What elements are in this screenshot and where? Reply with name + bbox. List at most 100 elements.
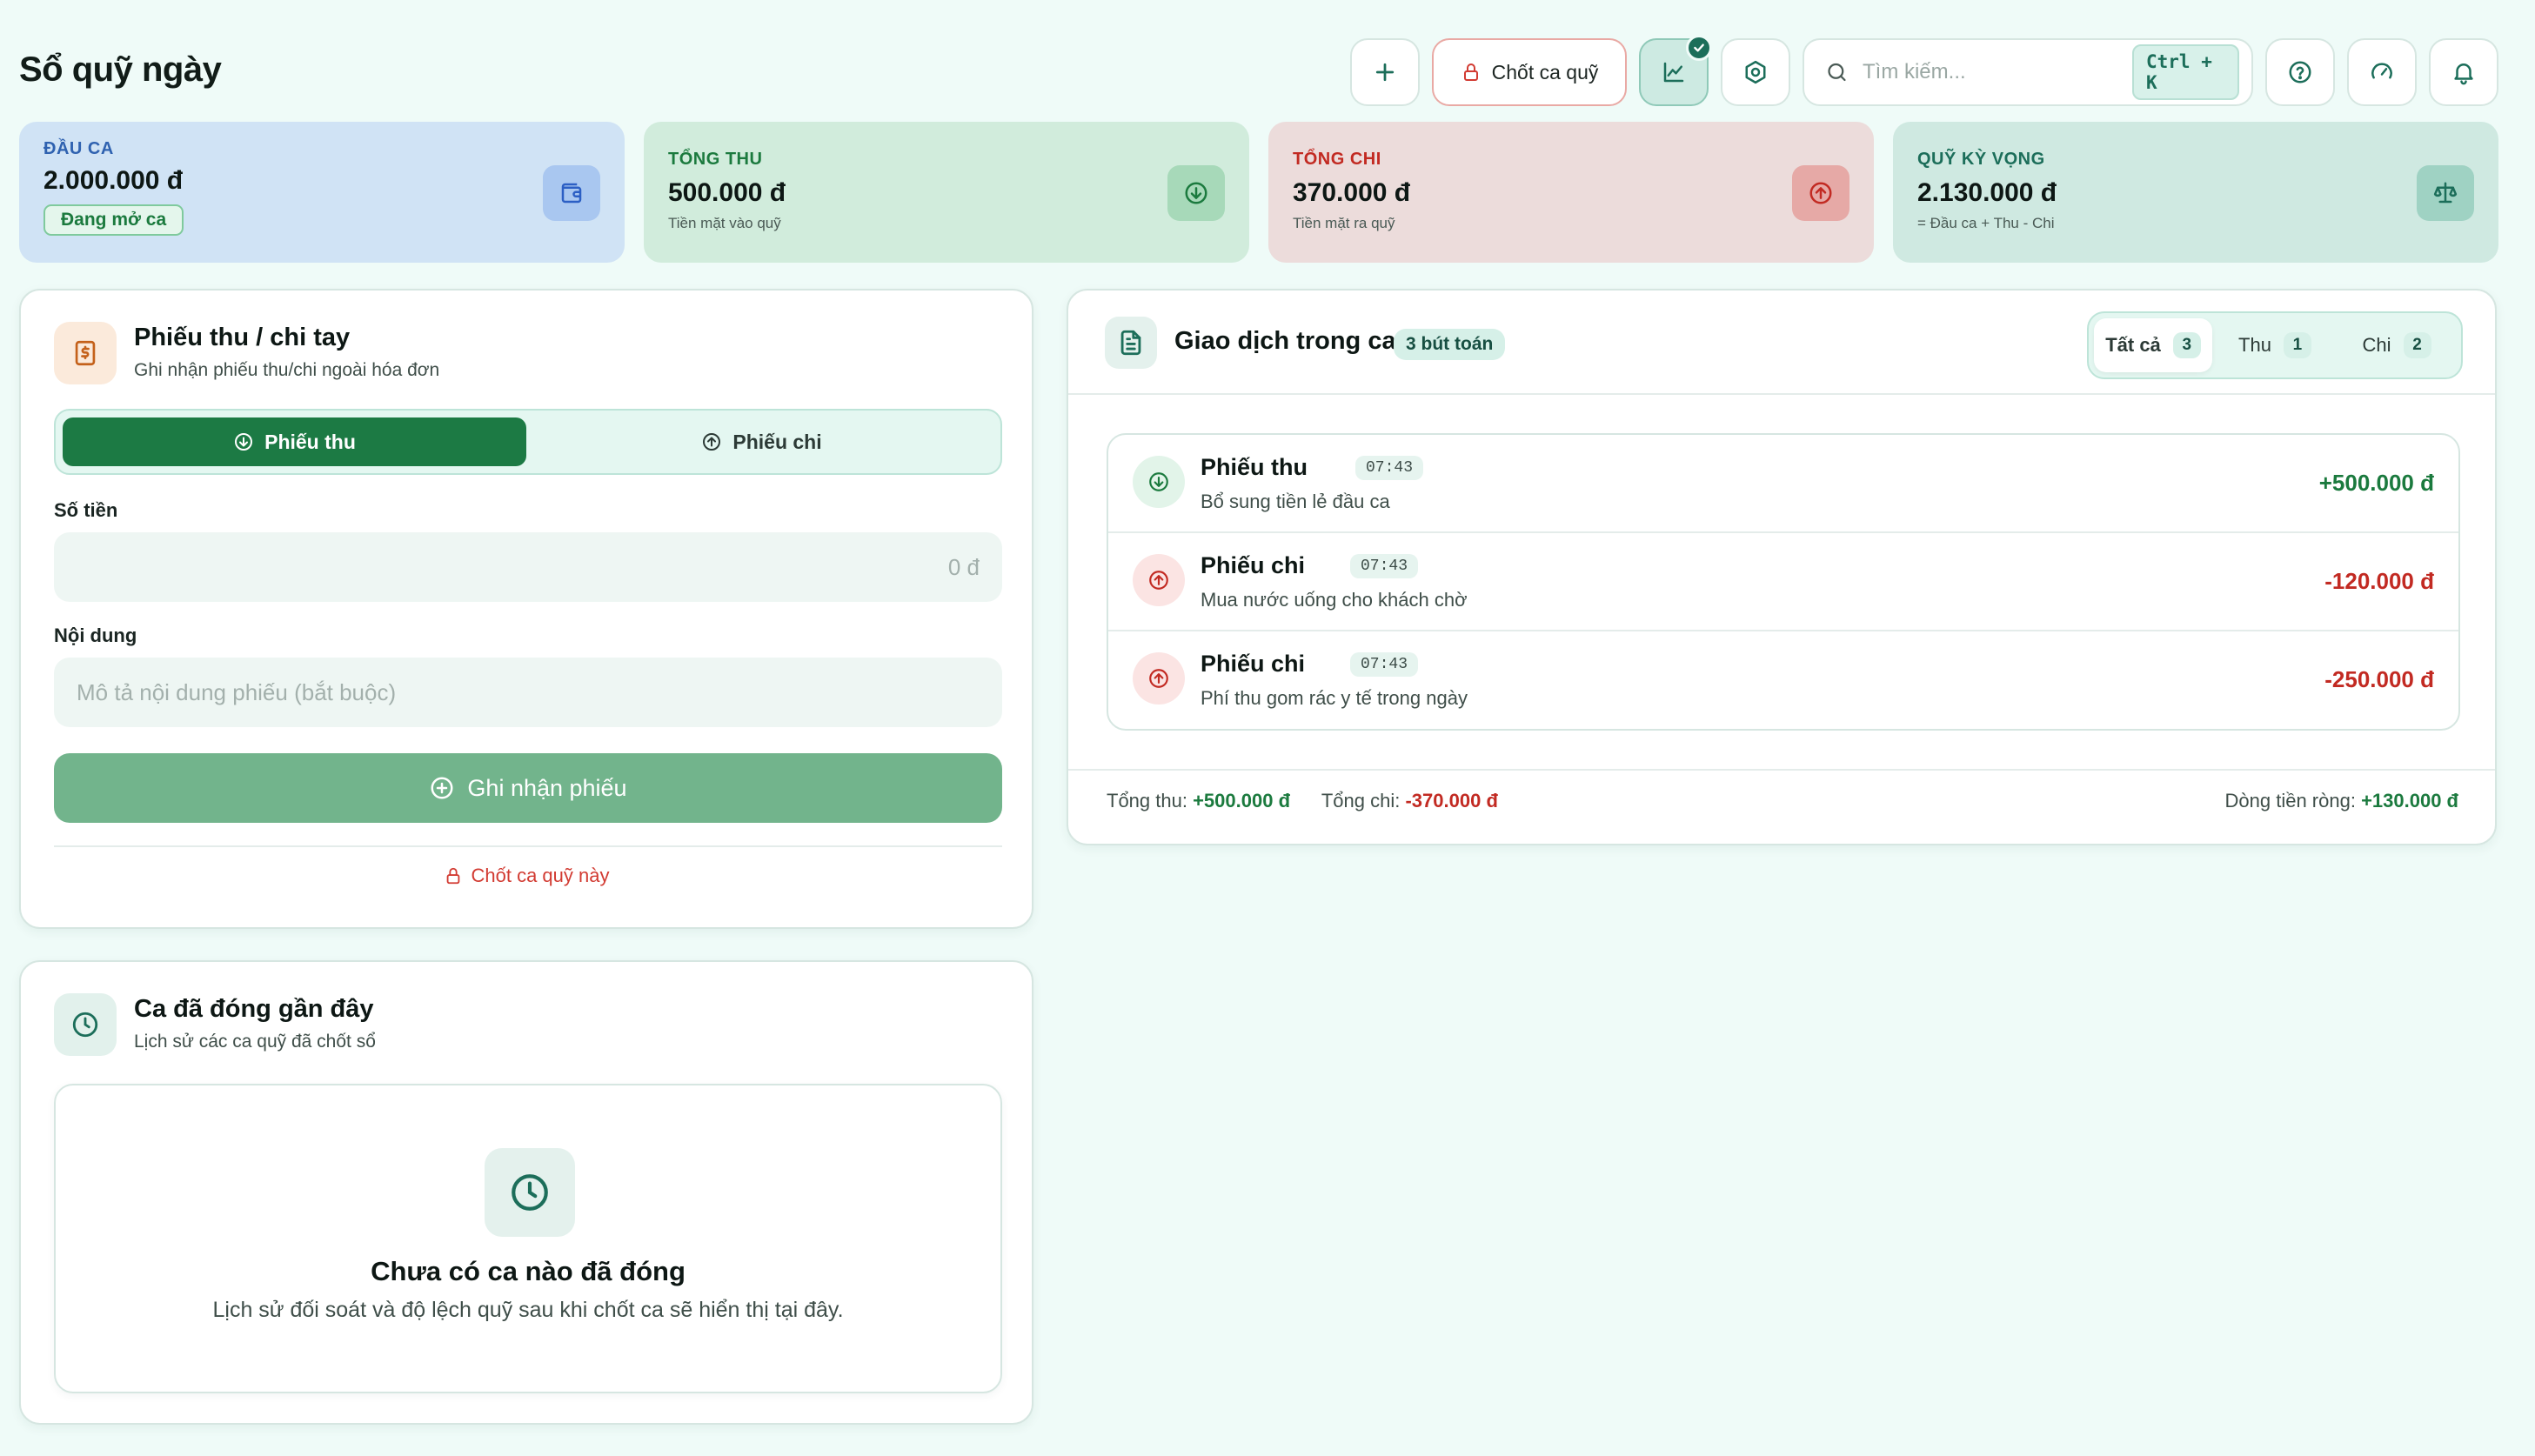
- voucher-icon-box: [54, 322, 117, 384]
- tab-label: Chi: [2362, 334, 2391, 356]
- transaction-description: Mua nước uống cho khách chờ: [1201, 589, 1468, 611]
- stat-label: Quỹ kỳ vọng: [1917, 150, 2045, 169]
- divider: [54, 845, 1002, 847]
- transactions-panel: Giao dịch trong ca 3 bút toán Tất cả 3 T…: [1067, 289, 2497, 845]
- arrow-up-circle-icon: [1149, 571, 1168, 590]
- help-button[interactable]: [2265, 38, 2335, 106]
- transaction-type: Phiếu chi: [1201, 552, 1306, 578]
- transaction-row[interactable]: Phiếu chi 07:43 Mua nước uống cho khách …: [1108, 533, 2458, 631]
- expense-total-value: -370.000 đ: [1405, 790, 1498, 811]
- shift-status-badge: Đang mở ca: [43, 204, 184, 236]
- empty-title: Chưa có ca nào đã đóng: [371, 1256, 686, 1286]
- empty-state: Chưa có ca nào đã đóng Lịch sử đối soát …: [54, 1084, 1002, 1393]
- voucher-form-panel: Phiếu thu / chi tay Ghi nhận phiếu thu/c…: [19, 289, 1033, 929]
- arrow-up-circle-icon: [1149, 669, 1168, 688]
- transaction-description: Phí thu gom rác y tế trong ngày: [1201, 687, 1468, 709]
- transaction-description: Bổ sung tiền lẻ đầu ca: [1201, 491, 1390, 512]
- document-icon: [1120, 330, 1141, 356]
- arrow-down-circle-icon: [1149, 472, 1168, 491]
- help-icon: [2289, 61, 2311, 83]
- stat-card-income: Tổng thu 500.000 đ Tiền mặt vào quỹ: [644, 122, 1249, 263]
- stat-sub: Tiền mặt ra quỹ: [1293, 215, 1395, 231]
- submit-label: Ghi nhận phiếu: [467, 774, 627, 801]
- transaction-filter-tabs: Tất cả 3 Thu 1 Chi 2: [2087, 311, 2463, 379]
- dashboard-button[interactable]: [2347, 38, 2417, 106]
- tab-income-voucher[interactable]: Phiếu thu: [63, 417, 526, 466]
- search-input[interactable]: [1862, 60, 2132, 84]
- stat-sub: Tiền mặt vào quỹ: [668, 215, 781, 231]
- clock-icon: [72, 1012, 98, 1038]
- close-shift-link-label: Chốt ca quỹ này: [471, 865, 610, 886]
- search-box[interactable]: Ctrl + K: [1803, 38, 2253, 106]
- tab-label: Phiếu chi: [732, 430, 822, 453]
- add-button[interactable]: [1350, 38, 1420, 106]
- transaction-list: Phiếu thu 07:43 Bổ sung tiền lẻ đầu ca +…: [1107, 433, 2460, 731]
- panel-title: Ca đã đóng gần đây: [134, 995, 374, 1023]
- wallet-icon: [561, 183, 582, 204]
- page-title: Sổ quỹ ngày: [19, 50, 222, 89]
- income-total-label: Tổng thu:: [1107, 790, 1187, 811]
- notifications-button[interactable]: [2429, 38, 2498, 106]
- lock-icon: [1463, 63, 1478, 81]
- content-input[interactable]: [54, 658, 1002, 727]
- settings-button[interactable]: [1721, 38, 1790, 106]
- tab-count: 2: [2403, 332, 2431, 358]
- submit-voucher-button[interactable]: Ghi nhận phiếu: [54, 753, 1002, 823]
- amount-input[interactable]: [54, 532, 1002, 602]
- stat-icon-box: [1167, 165, 1225, 221]
- content-label: Nội dung: [54, 624, 137, 646]
- tab-count: 3: [2172, 332, 2201, 358]
- search-icon: [1828, 63, 1846, 82]
- panel-title: Phiếu thu / chi tay: [134, 324, 351, 351]
- expense-total-label: Tổng chi:: [1321, 790, 1401, 811]
- stat-icon-box: [543, 165, 600, 221]
- close-shift-button[interactable]: Chốt ca quỹ: [1432, 38, 1627, 106]
- transaction-time: 07:43: [1350, 652, 1419, 677]
- stat-label: Đầu ca: [43, 139, 114, 158]
- footer-totals: Tổng thu: +500.000 đ Tổng chi: -370.000 …: [1107, 790, 1498, 812]
- divider: [1068, 393, 2495, 395]
- tab-label: Thu: [2238, 334, 2271, 356]
- check-icon: [1694, 43, 1704, 52]
- stat-label: Tổng thu: [668, 150, 763, 169]
- transaction-amount: -120.000 đ: [2324, 568, 2434, 594]
- closed-shifts-panel: Ca đã đóng gần đây Lịch sử các ca quỹ đã…: [19, 960, 1033, 1425]
- stat-value: 370.000 đ: [1293, 178, 1411, 207]
- amount-label: Số tiền: [54, 499, 118, 521]
- document-icon-box: [1105, 317, 1157, 369]
- tab-filter-all[interactable]: Tất cả 3: [2094, 318, 2212, 372]
- history-icon-box: [54, 993, 117, 1056]
- transaction-time: 07:43: [1350, 554, 1419, 578]
- income-total-value: +500.000 đ: [1193, 790, 1291, 811]
- transaction-time: 07:43: [1355, 456, 1424, 480]
- arrow-down-circle-icon: [235, 433, 253, 451]
- tab-expense-voucher[interactable]: Phiếu chi: [530, 417, 993, 466]
- close-shift-label: Chốt ca quỹ: [1491, 60, 1599, 83]
- tab-count: 1: [2283, 332, 2311, 358]
- scale-icon: [2433, 182, 2458, 204]
- panel-subtitle: Lịch sử các ca quỹ đã chốt sổ: [134, 1032, 376, 1052]
- close-shift-link[interactable]: Chốt ca quỹ này: [21, 865, 1032, 887]
- panel-title: Giao dịch trong ca: [1174, 327, 1396, 355]
- transaction-row[interactable]: Phiếu thu 07:43 Bổ sung tiền lẻ đầu ca +…: [1108, 435, 2458, 533]
- transaction-amount: -250.000 đ: [2324, 666, 2434, 692]
- stat-value: 500.000 đ: [668, 178, 786, 207]
- net-cashflow-label: Dòng tiền ròng:: [2224, 790, 2356, 811]
- net-cashflow-value: +130.000 đ: [2361, 790, 2458, 811]
- arrow-up-circle-icon: [1809, 182, 1832, 204]
- arrow-down-circle-icon: [1185, 182, 1207, 204]
- stat-card-expense: Tổng chi 370.000 đ Tiền mặt ra quỹ: [1268, 122, 1874, 263]
- chart-button[interactable]: [1639, 35, 1712, 106]
- receipt-dollar-icon: [75, 340, 96, 366]
- transaction-row[interactable]: Phiếu chi 07:43 Phí thu gom rác y tế tro…: [1108, 631, 2458, 729]
- stat-value: 2.130.000 đ: [1917, 178, 2057, 207]
- tab-filter-income[interactable]: Thu 1: [2216, 318, 2334, 372]
- gauge-icon: [2371, 63, 2392, 79]
- tab-filter-expense[interactable]: Chi 2: [2338, 318, 2456, 372]
- transaction-type: Phiếu thu: [1201, 454, 1308, 480]
- tab-label: Tất cả: [2105, 334, 2161, 356]
- income-indicator: [1133, 456, 1185, 508]
- stat-icon-box: [1792, 165, 1849, 221]
- voucher-type-toggle: Phiếu thu Phiếu chi: [54, 409, 1002, 475]
- arrow-up-circle-icon: [703, 433, 721, 451]
